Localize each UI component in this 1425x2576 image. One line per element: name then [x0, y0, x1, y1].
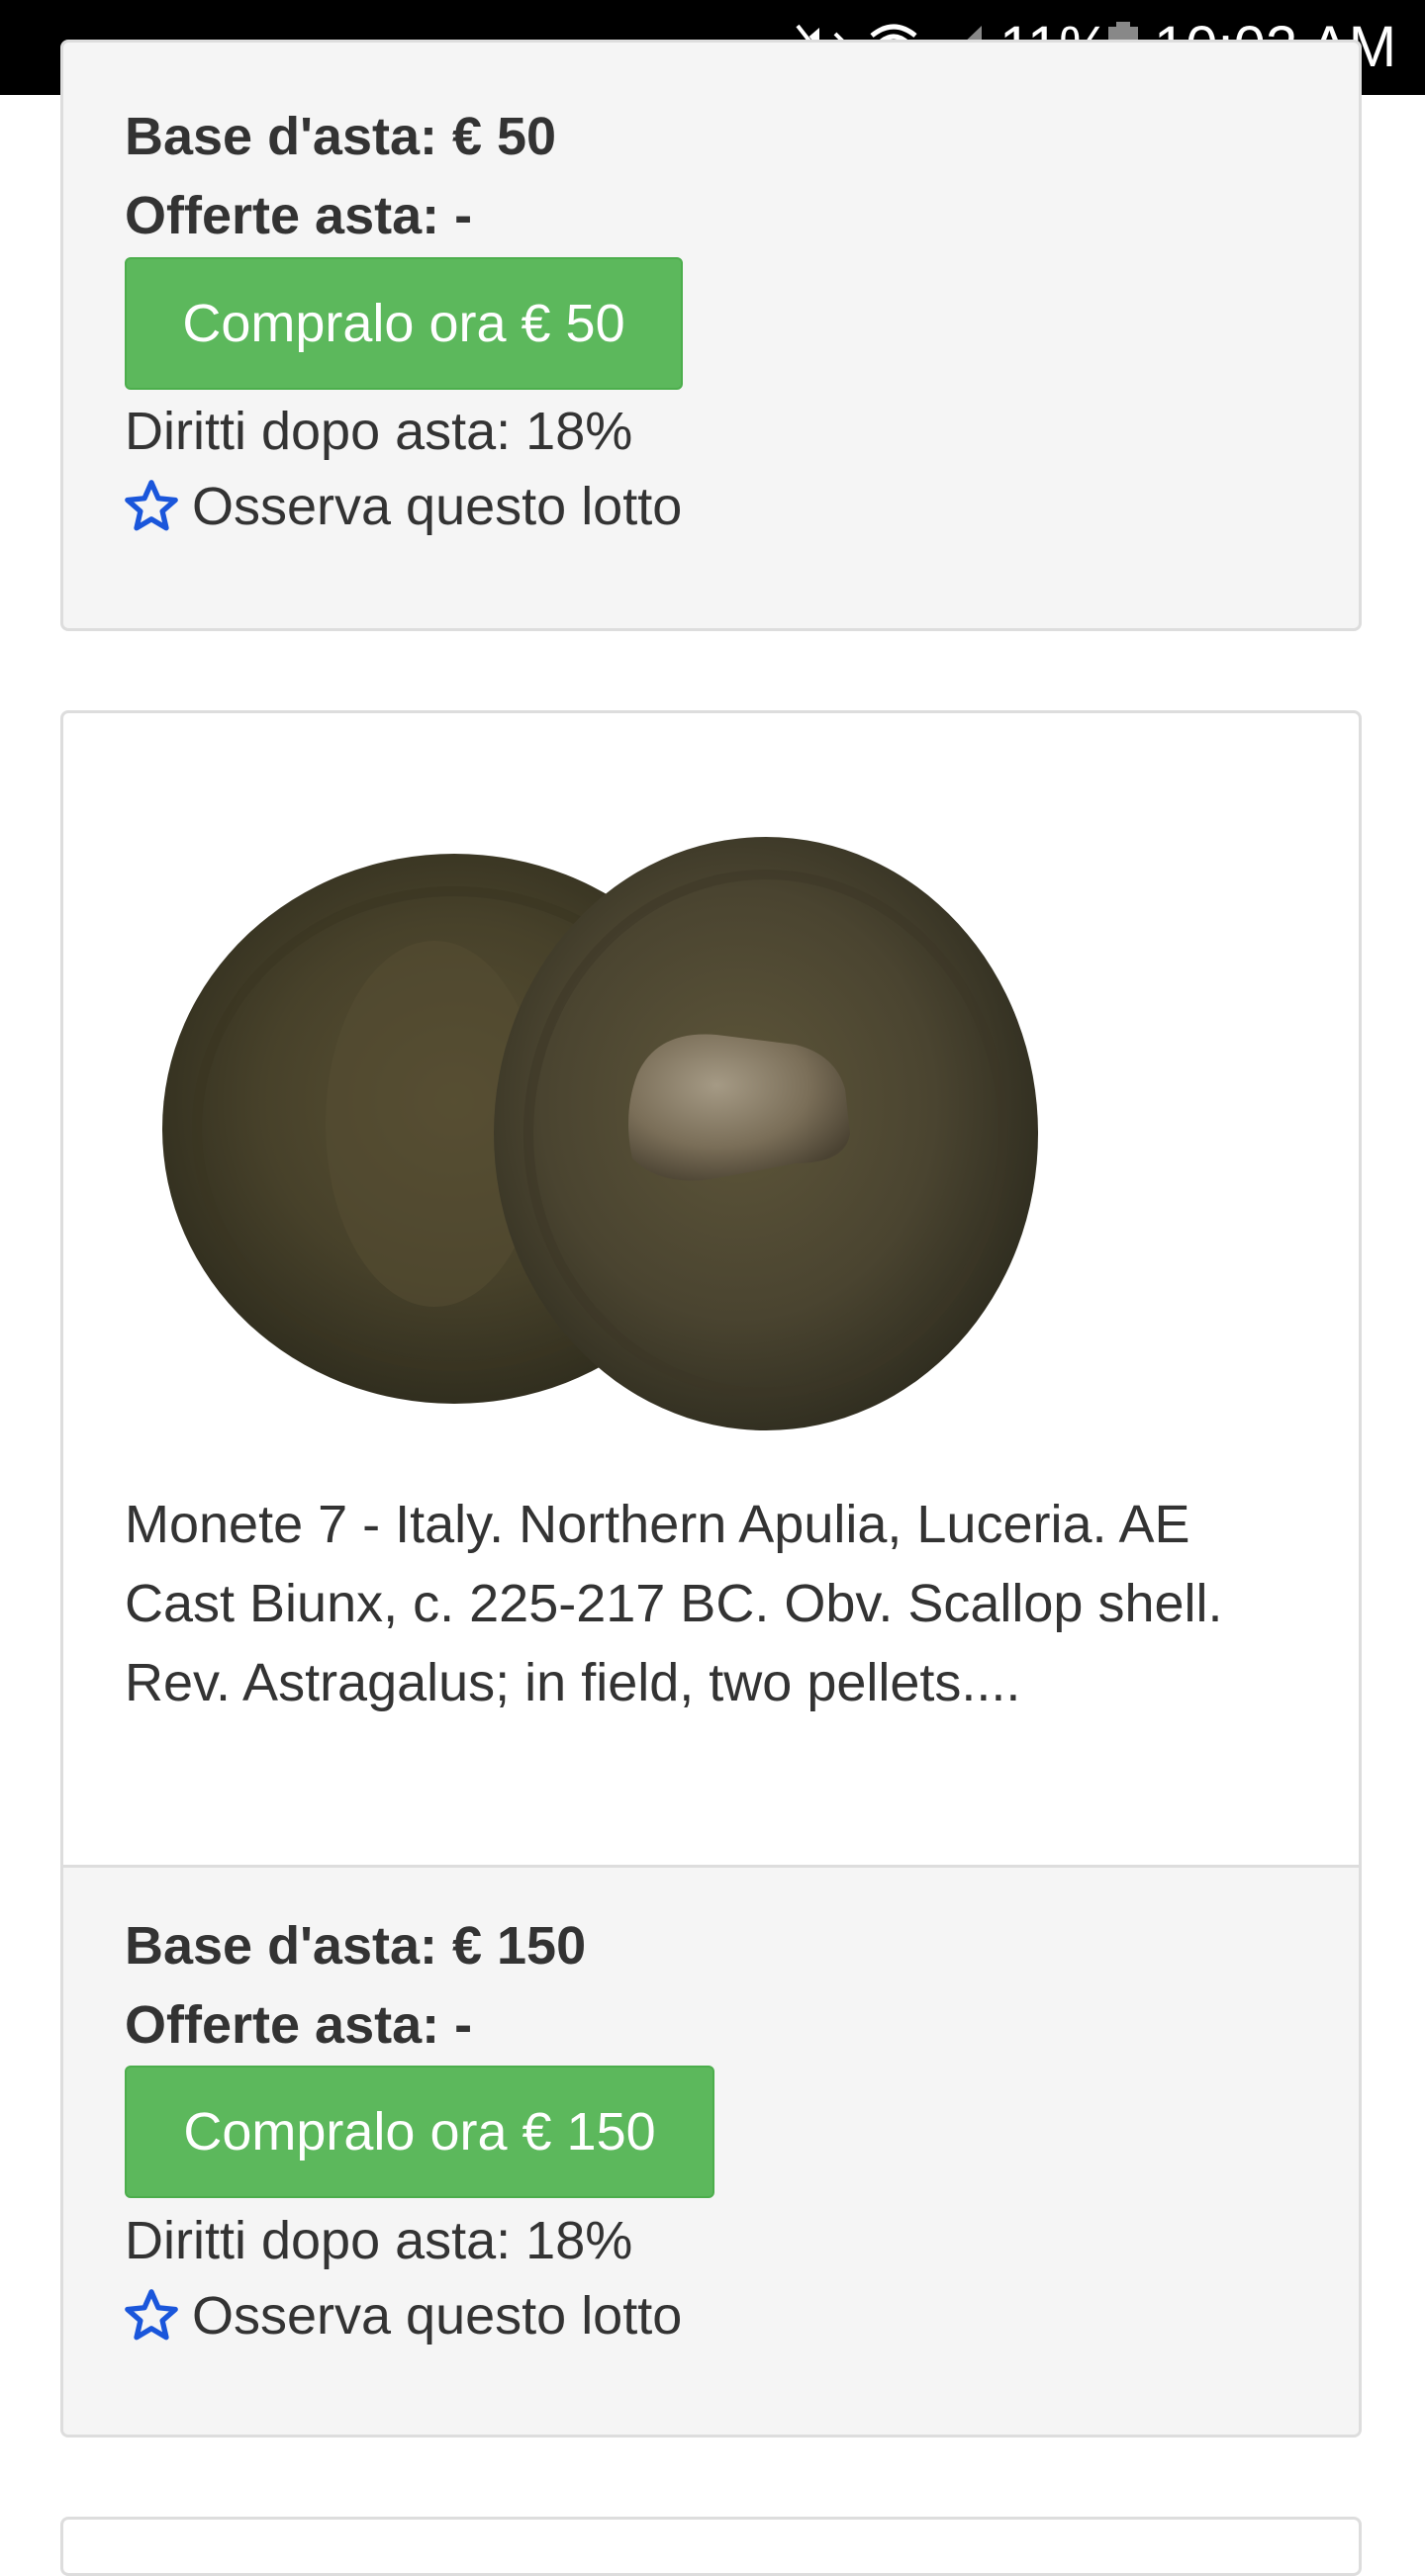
- star-icon: [125, 2289, 178, 2341]
- buy-now-button[interactable]: Compralo ora € 150: [125, 2066, 714, 2198]
- auction-offers: Offerte asta: -: [125, 186, 473, 245]
- lot-card: Monete 7 - Italy. Northern Apulia, Lucer…: [60, 710, 1362, 2438]
- lot-footer: Base d'asta: € 150 Offerte asta: - Compr…: [63, 1865, 1359, 2435]
- lot-card: [60, 2517, 1362, 2576]
- buy-now-button[interactable]: Compralo ora € 50: [125, 257, 683, 390]
- lot-description: Monete 7 - Italy. Northern Apulia, Lucer…: [125, 1495, 1223, 1712]
- base-price: Base d'asta: € 150: [125, 1916, 587, 1976]
- watch-lot-link[interactable]: Osserva questo lotto: [123, 472, 682, 541]
- fees-text: Diritti dopo asta: 18%: [125, 2211, 633, 2270]
- watch-lot-label: Osserva questo lotto: [192, 477, 683, 536]
- auction-offers: Offerte asta: -: [125, 1995, 473, 2055]
- lot-image[interactable]: [162, 807, 1266, 1450]
- fees-text: Diritti dopo asta: 18%: [125, 402, 633, 461]
- watch-lot-label: Osserva questo lotto: [192, 2286, 683, 2346]
- base-price: Base d'asta: € 50: [125, 107, 557, 166]
- watch-lot-link[interactable]: Osserva questo lotto: [123, 2281, 682, 2350]
- lot-card: Base d'asta: € 50 Offerte asta: - Compra…: [60, 40, 1362, 631]
- star-icon: [125, 480, 178, 531]
- coin-photo: [162, 837, 1038, 1430]
